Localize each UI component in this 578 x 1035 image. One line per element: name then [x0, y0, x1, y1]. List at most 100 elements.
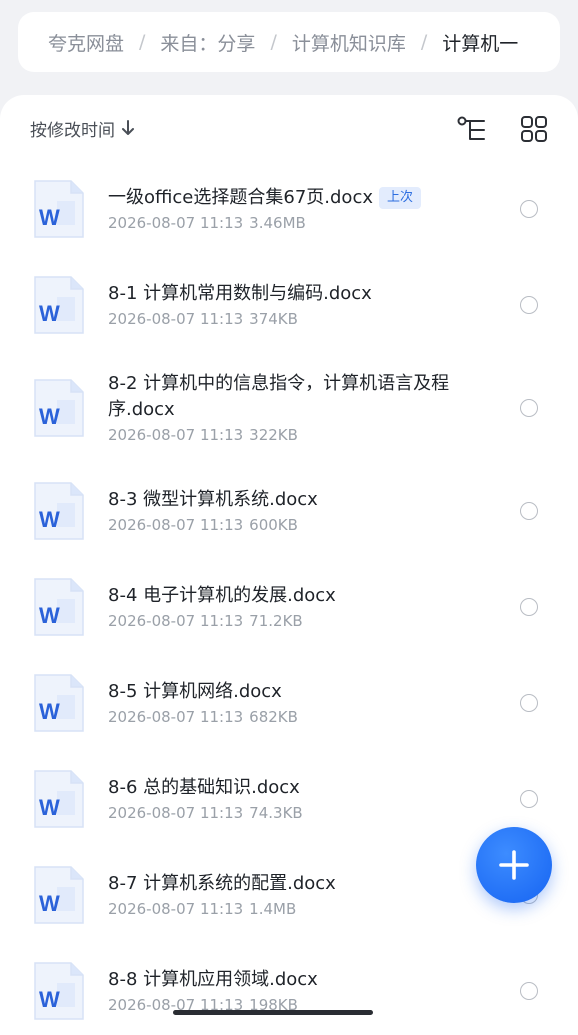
file-name: 8-3 微型计算机系统.docx — [108, 487, 482, 513]
select-radio[interactable] — [520, 982, 538, 1000]
file-info: 8-8 计算机应用领域.docx 2026-08-07 11:13 198KB — [108, 967, 482, 1015]
file-icon-letter: W — [39, 603, 60, 628]
file-date: 2026-08-07 11:13 — [108, 708, 244, 726]
file-name: 8-2 计算机中的信息指令，计算机语言及程序.docx — [108, 371, 482, 423]
file-info: 一级office选择题合集67页.docx 上次 2026-08-07 11:13 3… — [108, 185, 482, 233]
list-item[interactable]: W 8-8 计算机应用领域.docx 2026-08-07 11:13 198KB — [0, 943, 578, 1035]
file-size: 3.46MB — [249, 214, 306, 232]
file-name-text: 一级office选择题合集67页.docx — [108, 187, 373, 208]
file-date: 2026-08-07 11:13 — [108, 426, 244, 444]
last-opened-badge: 上次 — [379, 187, 422, 209]
tree-view-icon[interactable] — [456, 115, 488, 143]
file-meta: 2026-08-07 11:13 1.4MB — [108, 899, 482, 919]
file-size: 71.2KB — [249, 612, 303, 630]
file-name: 8-7 计算机系统的配置.docx — [108, 871, 482, 897]
file-name: 8-1 计算机常用数制与编码.docx — [108, 281, 482, 307]
file-meta: 2026-08-07 11:13 74.3KB — [108, 803, 482, 823]
list-item[interactable]: W 一级office选择题合集67页.docx 上次 2026-08-07 11:13… — [0, 161, 578, 257]
select-radio[interactable] — [520, 200, 538, 218]
breadcrumb-separator: / — [420, 31, 428, 53]
arrow-down-icon — [122, 120, 134, 135]
home-indicator[interactable] — [173, 1010, 373, 1015]
file-info: 8-5 计算机网络.docx 2026-08-07 11:13 682KB — [108, 679, 482, 727]
file-meta: 2026-08-07 11:13 374KB — [108, 309, 482, 329]
file-size: 600KB — [249, 516, 298, 534]
file-info: 8-1 计算机常用数制与编码.docx 2026-08-07 11:13 374KB — [108, 281, 482, 329]
file-size: 374KB — [249, 310, 298, 328]
breadcrumb: 夸克网盘 / 来自：分享 / 计算机知识库 / 计算机一 — [18, 12, 560, 72]
file-name-text: 8-7 计算机系统的配置.docx — [108, 873, 336, 894]
breadcrumb-item-library[interactable]: 计算机知识库 — [292, 29, 406, 56]
word-document-icon: W — [34, 962, 84, 1020]
file-name-text: 8-8 计算机应用领域.docx — [108, 969, 318, 990]
word-document-icon: W — [34, 578, 84, 636]
file-size: 1.4MB — [249, 900, 297, 918]
select-radio[interactable] — [520, 296, 538, 314]
list-item[interactable]: W 8-2 计算机中的信息指令，计算机语言及程序.docx 2026-08-07 1… — [0, 353, 578, 463]
file-name: 8-6 总的基础知识.docx — [108, 775, 482, 801]
sort-label: 按修改时间 — [30, 120, 115, 141]
list-item[interactable]: W 8-6 总的基础知识.docx 2026-08-07 11:13 74.3KB — [0, 751, 578, 847]
file-info: 8-3 微型计算机系统.docx 2026-08-07 11:13 600KB — [108, 487, 482, 535]
file-list: W 一级office选择题合集67页.docx 上次 2026-08-07 11:13… — [0, 161, 578, 1035]
list-item[interactable]: W 8-3 微型计算机系统.docx 2026-08-07 11:13 600KB — [0, 463, 578, 559]
word-document-icon: W — [34, 482, 84, 540]
breadcrumb-separator: / — [139, 31, 146, 53]
breadcrumb-item-share[interactable]: 来自：分享 — [160, 29, 255, 56]
select-radio[interactable] — [520, 598, 538, 616]
file-name: 一级office选择题合集67页.docx 上次 — [108, 185, 482, 211]
word-document-icon: W — [34, 379, 84, 437]
file-name-text: 8-5 计算机网络.docx — [108, 681, 282, 702]
plus-icon — [499, 850, 529, 880]
file-date: 2026-08-07 11:13 — [108, 516, 244, 534]
list-item[interactable]: W 8-5 计算机网络.docx 2026-08-07 11:13 682KB — [0, 655, 578, 751]
file-name-text: 8-1 计算机常用数制与编码.docx — [108, 283, 372, 304]
file-info: 8-6 总的基础知识.docx 2026-08-07 11:13 74.3KB — [108, 775, 482, 823]
file-name: 8-4 电子计算机的发展.docx — [108, 583, 482, 609]
word-document-icon: W — [34, 180, 84, 238]
list-item[interactable]: W 8-1 计算机常用数制与编码.docx 2026-08-07 11:13 374K… — [0, 257, 578, 353]
select-radio[interactable] — [520, 399, 538, 417]
sort-button[interactable]: 按修改时间 — [30, 115, 135, 141]
breadcrumb-item-root[interactable]: 夸克网盘 — [48, 29, 124, 56]
file-icon-letter: W — [39, 507, 60, 532]
select-radio[interactable] — [520, 694, 538, 712]
file-icon-letter: W — [39, 404, 60, 429]
list-item[interactable]: W 8-4 电子计算机的发展.docx 2026-08-07 11:13 71.2KB — [0, 559, 578, 655]
file-name-text: 8-6 总的基础知识.docx — [108, 777, 300, 798]
file-icon-letter: W — [39, 699, 60, 724]
file-name: 8-8 计算机应用领域.docx — [108, 967, 482, 993]
file-size: 74.3KB — [249, 804, 303, 822]
word-document-icon: W — [34, 770, 84, 828]
select-radio[interactable] — [520, 790, 538, 808]
file-info: 8-2 计算机中的信息指令，计算机语言及程序.docx 2026-08-07 11… — [108, 371, 482, 445]
word-document-icon: W — [34, 674, 84, 732]
file-meta: 2026-08-07 11:13 322KB — [108, 425, 482, 445]
file-date: 2026-08-07 11:13 — [108, 900, 244, 918]
file-icon-letter: W — [39, 301, 60, 326]
breadcrumb-separator: / — [270, 31, 277, 53]
file-info: 8-7 计算机系统的配置.docx 2026-08-07 11:13 1.4MB — [108, 871, 482, 919]
file-size: 682KB — [249, 708, 298, 726]
file-date: 2026-08-07 11:13 — [108, 214, 244, 232]
file-date: 2026-08-07 11:13 — [108, 612, 244, 630]
word-document-icon: W — [34, 866, 84, 924]
file-name: 8-5 计算机网络.docx — [108, 679, 482, 705]
file-icon-letter: W — [39, 891, 60, 916]
add-button[interactable] — [476, 827, 552, 903]
file-name-text: 8-4 电子计算机的发展.docx — [108, 585, 336, 606]
file-meta: 2026-08-07 11:13 682KB — [108, 707, 482, 727]
file-size: 322KB — [249, 426, 298, 444]
file-meta: 2026-08-07 11:13 3.46MB — [108, 213, 482, 233]
file-icon-letter: W — [39, 987, 60, 1012]
file-name-text: 8-3 微型计算机系统.docx — [108, 489, 318, 510]
file-date: 2026-08-07 11:13 — [108, 804, 244, 822]
select-radio[interactable] — [520, 502, 538, 520]
file-icon-letter: W — [39, 205, 60, 230]
file-info: 8-4 电子计算机的发展.docx 2026-08-07 11:13 71.2KB — [108, 583, 482, 631]
grid-view-icon[interactable] — [520, 115, 548, 143]
file-meta: 2026-08-07 11:13 600KB — [108, 515, 482, 535]
word-document-icon: W — [34, 276, 84, 334]
file-meta: 2026-08-07 11:13 71.2KB — [108, 611, 482, 631]
file-date: 2026-08-07 11:13 — [108, 310, 244, 328]
